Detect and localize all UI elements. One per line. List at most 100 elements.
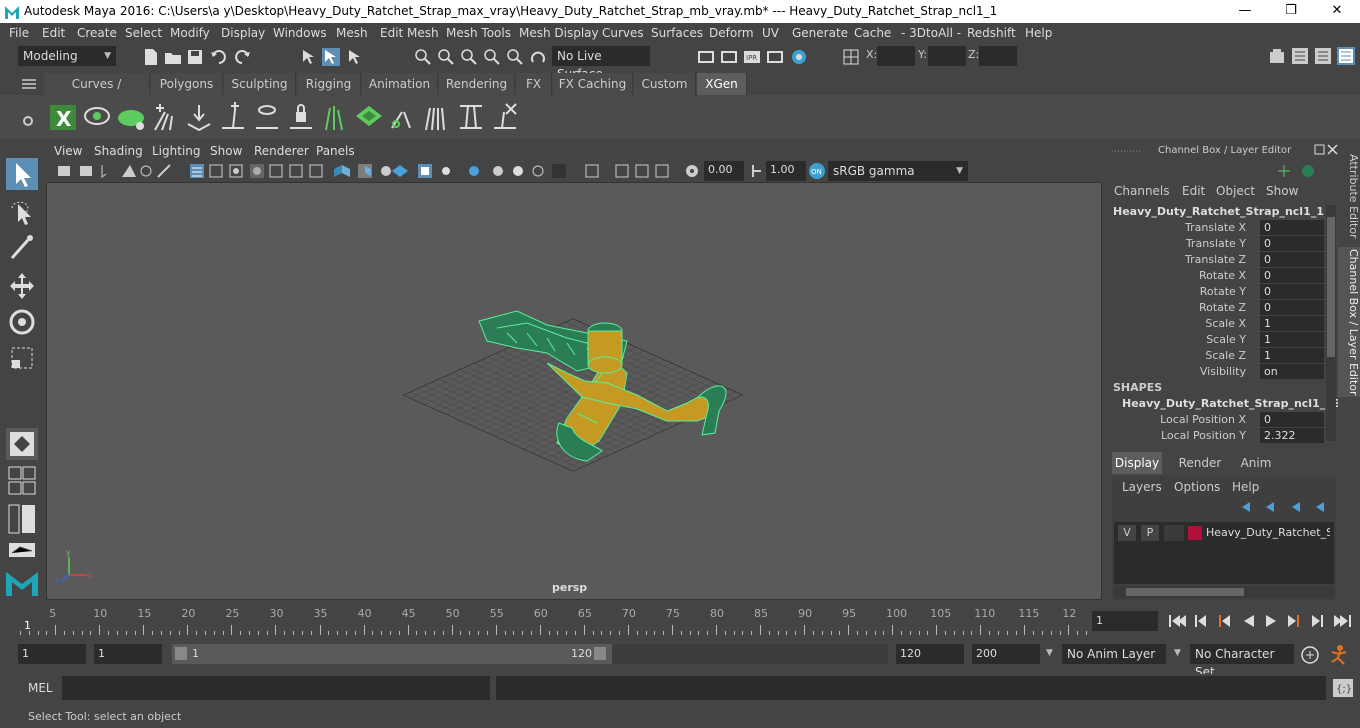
menu-redshift[interactable]: Redshift [967,26,1016,40]
menu-help[interactable]: Help [1025,26,1052,40]
shelf-tab-rendering[interactable]: Rendering [439,73,515,95]
undo-icon[interactable] [210,48,228,66]
menu-3dtoall[interactable]: - 3DtoAll - [901,26,961,40]
four-view-layout-icon[interactable] [8,466,36,496]
channel-row[interactable]: Visibility on [1106,364,1326,380]
menu-uv[interactable]: UV [762,26,779,40]
channel-row[interactable]: Scale Y 1 [1106,332,1326,348]
perspective-viewport[interactable]: y x z persp [46,182,1102,600]
menu-file[interactable]: File [9,26,29,40]
hypershade-icon[interactable] [790,48,808,66]
playback-end-field[interactable]: 120 [896,644,964,664]
menu-windows[interactable]: Windows [273,26,327,40]
side-tab-attribute-editor[interactable]: Attribute Editor [1338,151,1360,241]
viewport-menu-lighting[interactable]: Lighting [152,144,201,158]
channel-row[interactable]: Rotate Y 0 [1106,284,1326,300]
layer-tab-display[interactable]: Display [1112,452,1162,474]
channel-menu-channels[interactable]: Channels [1114,184,1170,198]
channel-value[interactable]: 0 [1260,268,1324,283]
panel-grip-icon[interactable] [1112,149,1142,153]
xgen-lock-guide-icon[interactable] [286,102,316,132]
snap-surface-icon[interactable] [506,48,524,66]
xgen-delete-guide-icon[interactable] [490,102,520,132]
menu-edit-mesh[interactable]: Edit Mesh [380,26,439,40]
select-object-icon[interactable] [322,48,340,66]
xgen-region-map-icon[interactable] [354,102,384,132]
range-end-handle[interactable] [594,647,606,660]
menu-display[interactable]: Display [221,26,265,40]
menu-create[interactable]: Create [77,26,117,40]
menu-mesh-tools[interactable]: Mesh Tools [446,26,511,40]
channel-menu-object[interactable]: Object [1216,184,1255,198]
save-scene-icon[interactable] [186,48,204,66]
layer-action-icons[interactable] [1240,500,1330,514]
channel-row[interactable]: Translate X 0 [1106,220,1326,236]
ipr-render-icon[interactable]: IPR [743,48,761,66]
shelf-menu-icon[interactable] [22,79,36,89]
channel-row[interactable]: Scale X 1 [1106,316,1326,332]
make-live-icon[interactable] [529,48,547,66]
range-start-handle[interactable] [175,647,187,660]
render-view-icon[interactable] [766,48,784,66]
xgen-move-guide-icon[interactable] [184,102,214,132]
channel-value[interactable]: on [1260,364,1324,379]
channel-box-view-icons[interactable] [1278,163,1326,179]
shelf-tab-curves-surfaces[interactable]: Curves / Surfaces [44,73,150,113]
redo-icon[interactable] [233,48,251,66]
xgen-preview-icon[interactable] [82,102,112,132]
channel-value[interactable]: 0 [1260,252,1324,267]
layer-menu-options[interactable]: Options [1174,480,1220,494]
anim-layer-dropdown[interactable]: No Anim Layer [1062,644,1166,664]
menu-edit[interactable]: Edit [42,26,65,40]
layer-menu-layers[interactable]: Layers [1122,480,1162,494]
rotate-tool-icon[interactable] [6,306,38,338]
channel-row[interactable]: Local Position X 0 [1106,412,1326,428]
channel-row[interactable]: Scale Z 1 [1106,348,1326,364]
animation-end-field[interactable]: 200 [972,644,1040,664]
layer-row[interactable]: V P Heavy_Duty_Ratchet_Strap [1116,525,1334,541]
single-perspective-layout-icon[interactable] [6,428,38,460]
channel-value[interactable]: 1 [1260,316,1324,331]
channel-value[interactable]: 0 [1260,236,1324,251]
xgen-comb-guide-icon[interactable] [422,102,452,132]
xgen-length-guide-icon[interactable] [456,102,486,132]
minimize-button[interactable]: — [1222,0,1268,23]
shelf-tab-fx-caching[interactable]: FX Caching [553,73,633,95]
live-surface-field[interactable]: No Live Surface [552,46,650,81]
channel-value[interactable]: 1 [1260,332,1324,347]
layer-playback-toggle[interactable]: P [1141,525,1159,541]
menu-cache[interactable]: Cache [854,26,891,40]
shelf-tab-polygons[interactable]: Polygons [151,73,223,95]
side-tab-channel-box[interactable]: Channel Box / Layer Editor [1338,247,1360,397]
character-set-dropdown[interactable]: No Character Set [1190,644,1294,679]
xgen-cut-guide-icon[interactable] [388,102,418,132]
menu-select[interactable]: Select [125,26,162,40]
exposure-field[interactable]: 0.00 [704,161,744,181]
xgen-create-description-icon[interactable] [116,102,146,132]
current-frame-field[interactable]: 1 [1092,611,1158,631]
menu-mesh-display[interactable]: Mesh Display [519,26,599,40]
panel-float-close-icons[interactable] [1314,144,1338,156]
channel-row[interactable]: Local Position Y 2.322 [1106,428,1326,444]
attribute-editor-icon[interactable] [1291,47,1309,65]
shelf-tab-sculpting[interactable]: Sculpting [224,73,296,95]
outliner-layout-icon[interactable] [8,504,36,534]
channel-row[interactable]: Rotate X 0 [1106,268,1326,284]
gamma-icon[interactable] [749,163,765,179]
shelf-tab-rigging[interactable]: Rigging [297,73,361,95]
animation-start-field[interactable]: 1 [18,644,86,664]
layer-color-swatch[interactable] [1188,526,1202,540]
open-scene-icon[interactable] [164,48,182,66]
viewport-menu-view[interactable]: View [54,144,82,158]
channel-box-scrollbar[interactable] [1326,205,1336,441]
mode-dropdown[interactable]: Modeling ▼ [18,46,116,66]
playback-start-field[interactable]: 1 [94,644,162,664]
select-tool-icon[interactable] [6,158,38,190]
new-scene-icon[interactable] [142,48,160,66]
snap-point-icon[interactable] [460,48,478,66]
playback-controls[interactable] [1168,611,1360,631]
snap-grid-icon[interactable] [414,48,432,66]
channel-row[interactable]: Translate Z 0 [1106,252,1326,268]
viewport-menu-shading[interactable]: Shading [94,144,143,158]
range-slider-bar[interactable]: 1 120 [172,644,612,664]
